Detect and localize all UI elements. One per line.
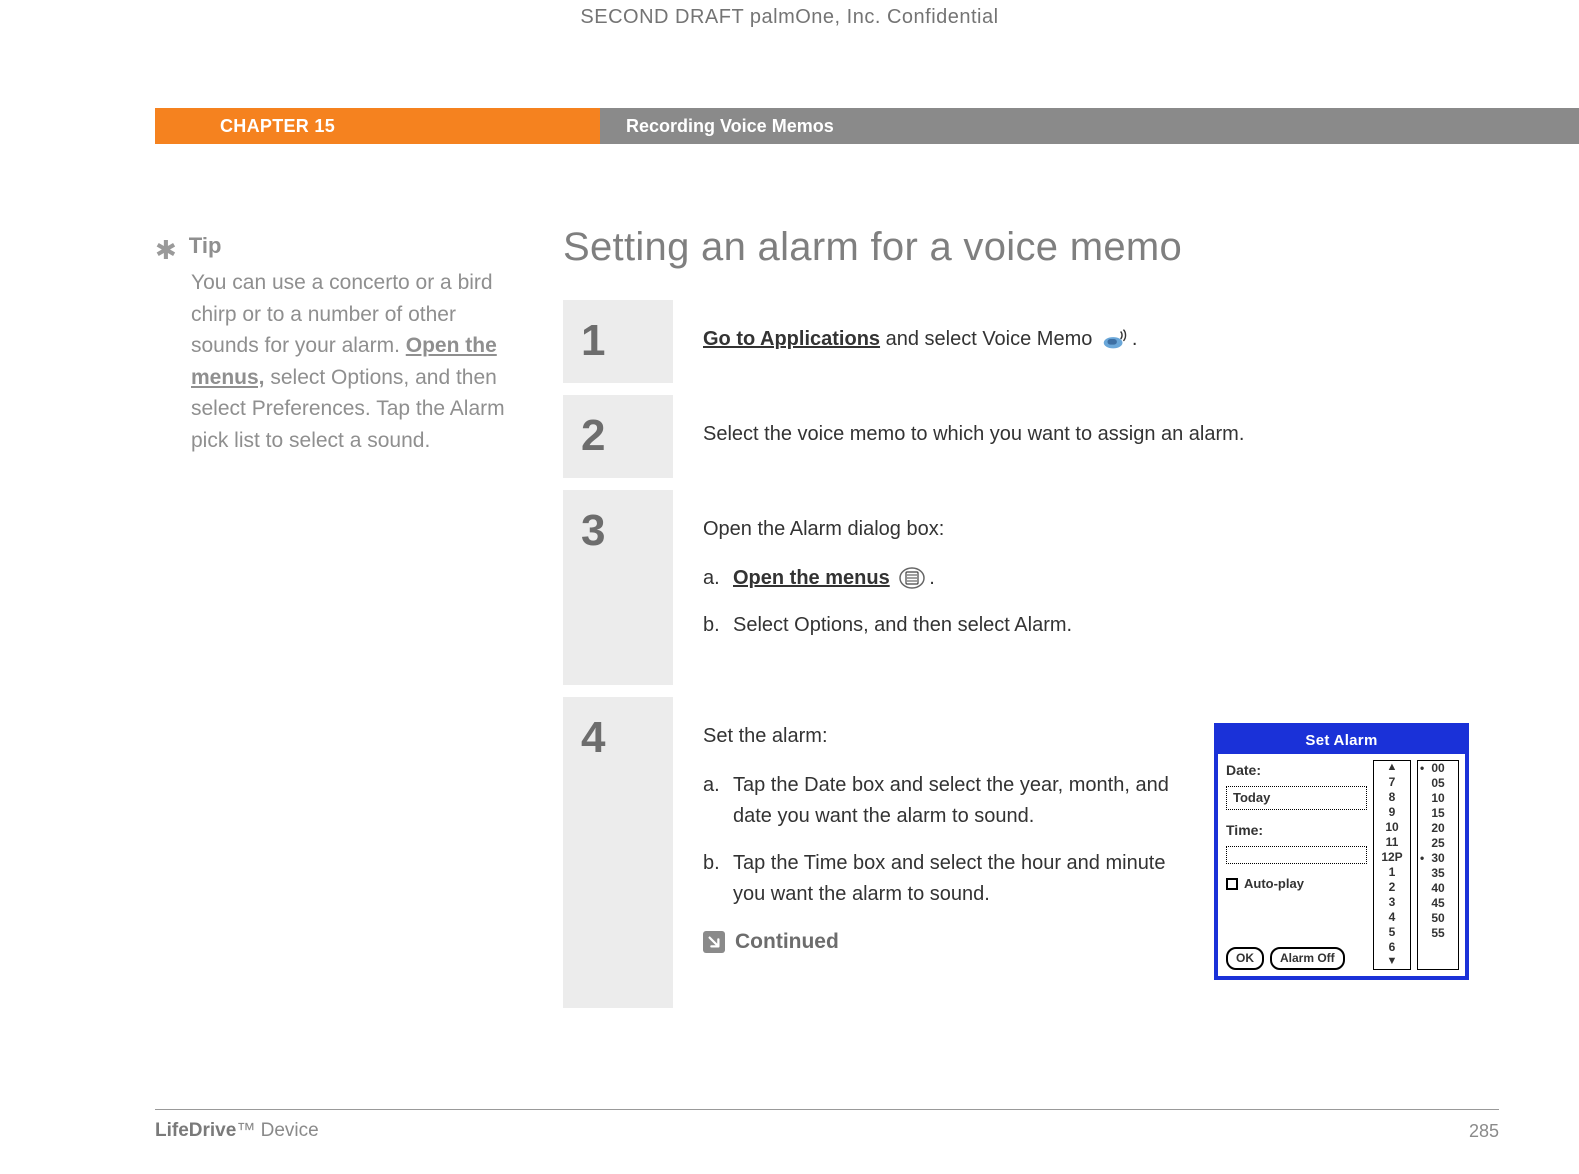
product-name: LifeDrive™ Device <box>155 1120 319 1142</box>
section-banner: Recording Voice Memos <box>600 108 1579 144</box>
step-number: 3 <box>581 506 605 556</box>
step1-mid: and select Voice Memo <box>880 328 1098 350</box>
step4a-text: Tap the Date box and select the year, mo… <box>733 770 1184 832</box>
confidential-watermark: SECOND DRAFT palmOne, Inc. Confidential <box>0 6 1579 29</box>
palm-titlebar: Set Alarm <box>1218 727 1465 754</box>
step3b-text: Select Options, and then select Alarm. <box>733 610 1072 641</box>
header-bar: CHAPTER 15 Recording Voice Memos <box>0 108 1579 144</box>
minute-option[interactable]: 30 <box>1418 851 1458 866</box>
set-alarm-screenshot: Set Alarm Date: Today Time: <box>1214 723 1469 980</box>
hour-option[interactable]: 8 <box>1374 790 1410 805</box>
step-number: 2 <box>581 411 605 461</box>
palm-minutes-column[interactable]: 00 05 10 15 20 25 30 35 40 <box>1417 760 1459 970</box>
tip-body: You can use a concerto or a bird chirp o… <box>191 267 515 456</box>
step2-text: Select the voice memo to which you want … <box>703 419 1469 450</box>
step3-intro: Open the Alarm dialog box: <box>703 514 1469 545</box>
step-4: 4 Set the alarm: a. Tap the Date box and… <box>563 697 1499 1008</box>
substep-letter: a. <box>703 770 723 832</box>
minute-option[interactable]: 15 <box>1418 806 1458 821</box>
minute-option[interactable]: 45 <box>1418 896 1458 911</box>
step4b-text: Tap the Time box and select the hour and… <box>733 848 1184 910</box>
palm-alarm-off-button[interactable]: Alarm Off <box>1270 947 1345 970</box>
hour-option[interactable]: 5 <box>1374 925 1410 940</box>
minute-option[interactable]: 25 <box>1418 836 1458 851</box>
minute-option[interactable]: 55 <box>1418 926 1458 941</box>
palm-hours-column[interactable]: ▲ 7 8 9 10 11 12P 1 2 <box>1373 760 1411 970</box>
chapter-banner: CHAPTER 15 <box>155 108 600 144</box>
minute-option[interactable]: 00 <box>1418 761 1458 776</box>
tip-heading: Tip <box>189 233 222 259</box>
open-the-menus-link[interactable]: Open the menus <box>733 567 890 589</box>
minute-option[interactable]: 40 <box>1418 881 1458 896</box>
palm-autoplay-checkbox[interactable]: Auto-play <box>1226 874 1367 894</box>
step-number: 4 <box>581 713 605 763</box>
hour-option[interactable]: 12P <box>1374 850 1410 865</box>
step1-tail: . <box>1132 328 1138 350</box>
hour-option[interactable]: 7 <box>1374 775 1410 790</box>
step-3: 3 Open the Alarm dialog box: a. Open the… <box>563 490 1499 685</box>
substep-letter: a. <box>703 563 723 594</box>
palm-autoplay-label: Auto-play <box>1244 874 1304 894</box>
hour-option[interactable]: 10 <box>1374 820 1410 835</box>
minute-option[interactable]: 35 <box>1418 866 1458 881</box>
chapter-label: CHAPTER 15 <box>220 116 335 137</box>
page-footer: LifeDrive™ Device 285 <box>155 1109 1499 1142</box>
hour-option[interactable]: 1 <box>1374 865 1410 880</box>
step-2: 2 Select the voice memo to which you wan… <box>563 395 1499 478</box>
substep-letter: b. <box>703 848 723 910</box>
menu-icon <box>897 566 927 590</box>
go-to-applications-link[interactable]: Go to Applications <box>703 328 880 350</box>
checkbox-icon <box>1226 878 1238 890</box>
page-title: Setting an alarm for a voice memo <box>563 225 1499 270</box>
hour-option[interactable]: 9 <box>1374 805 1410 820</box>
minute-option[interactable]: 50 <box>1418 911 1458 926</box>
minute-option[interactable]: 20 <box>1418 821 1458 836</box>
hour-option[interactable]: 6 <box>1374 940 1410 955</box>
step4-intro: Set the alarm: <box>703 721 1184 752</box>
step3a-tail: . <box>929 567 935 589</box>
scroll-up-icon[interactable]: ▲ <box>1374 761 1410 775</box>
scroll-down-icon[interactable]: ▼ <box>1374 955 1410 969</box>
palm-time-label: Time: <box>1226 820 1367 842</box>
palm-date-field[interactable]: Today <box>1226 786 1367 810</box>
hour-option[interactable]: 4 <box>1374 910 1410 925</box>
continued-label: Continued <box>735 926 839 959</box>
hour-option[interactable]: 2 <box>1374 880 1410 895</box>
step-1: 1 Go to Applications and select Voice Me… <box>563 300 1499 383</box>
minute-option[interactable]: 10 <box>1418 791 1458 806</box>
section-title: Recording Voice Memos <box>626 116 834 137</box>
substep-letter: b. <box>703 610 723 641</box>
minute-option[interactable]: 05 <box>1418 776 1458 791</box>
palm-date-label: Date: <box>1226 760 1367 782</box>
hour-option[interactable]: 3 <box>1374 895 1410 910</box>
voice-memo-icon <box>1100 327 1130 351</box>
step-number: 1 <box>581 316 605 366</box>
continued-arrow-icon <box>703 931 725 953</box>
palm-ok-button[interactable]: OK <box>1226 947 1264 970</box>
hour-option[interactable]: 11 <box>1374 835 1410 850</box>
tip-sidebar: ✱ Tip You can use a concerto or a bird c… <box>155 225 515 1064</box>
tip-asterisk-icon: ✱ <box>155 233 177 263</box>
page-number: 285 <box>1469 1121 1499 1142</box>
palm-time-field[interactable] <box>1226 846 1367 864</box>
